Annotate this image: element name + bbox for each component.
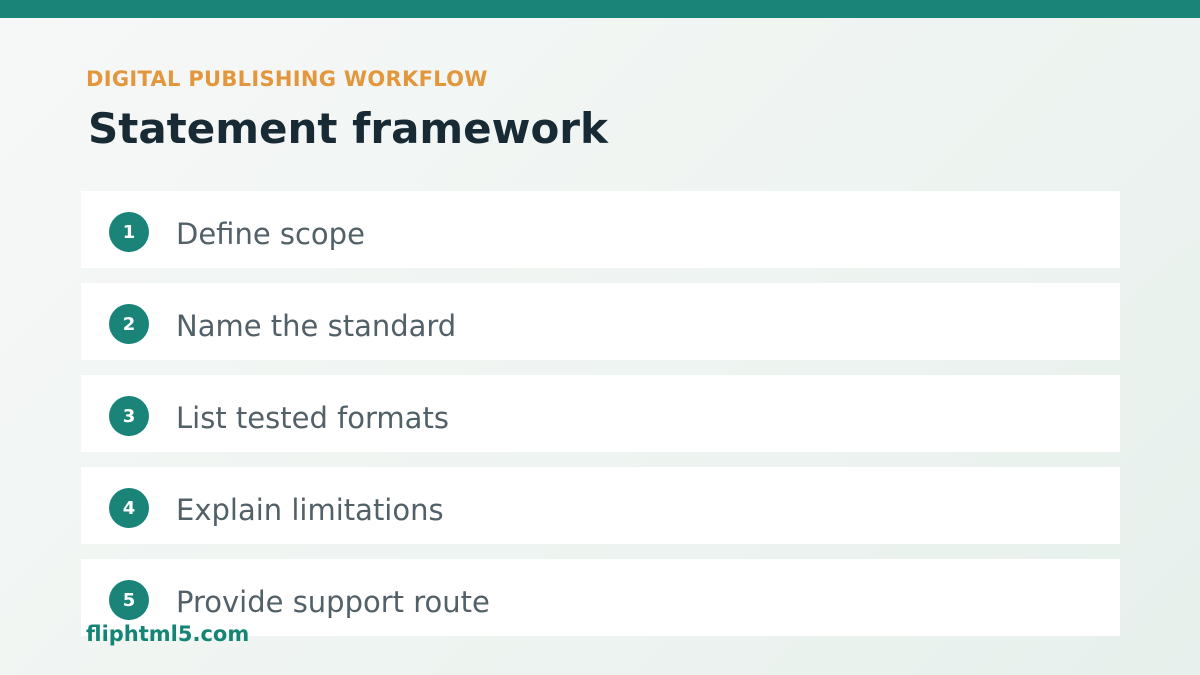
top-accent-bar (0, 0, 1200, 18)
page-title: Statement framework (88, 104, 608, 153)
section-eyebrow: DIGITAL PUBLISHING WORKFLOW (86, 67, 488, 91)
step-number-badge: 3 (109, 396, 149, 436)
steps-list: 1 Define scope 2 Name the standard 3 Lis… (81, 191, 1120, 651)
list-item: 3 List tested formats (81, 375, 1120, 452)
step-label: Define scope (176, 217, 365, 251)
list-item: 4 Explain limitations (81, 467, 1120, 544)
step-number-badge: 1 (109, 212, 149, 252)
list-item: 2 Name the standard (81, 283, 1120, 360)
step-label: Provide support route (176, 585, 490, 619)
step-number-badge: 2 (109, 304, 149, 344)
list-item: 1 Define scope (81, 191, 1120, 268)
brand-watermark: fliphtml5.com (86, 622, 250, 646)
step-label: Name the standard (176, 309, 457, 343)
step-label: Explain limitations (176, 493, 444, 527)
step-label: List tested formats (176, 401, 449, 435)
step-number-badge: 4 (109, 488, 149, 528)
step-number-badge: 5 (109, 580, 149, 620)
